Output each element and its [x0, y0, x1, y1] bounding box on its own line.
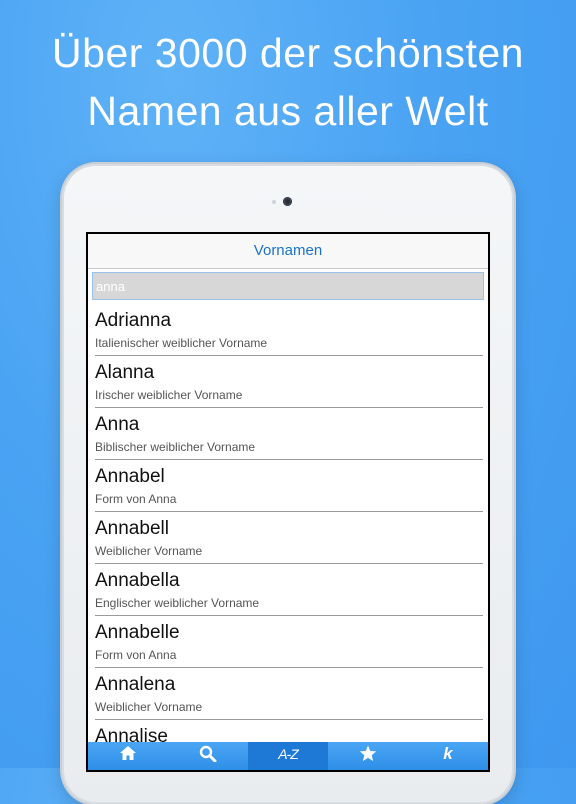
item-name: Adrianna — [95, 310, 172, 331]
item-name: Alanna — [95, 362, 155, 383]
ipad-device-frame: Vornamen Adrianna Italienischer weiblich… — [62, 164, 514, 804]
item-name: Annabell — [95, 518, 169, 539]
item-name: Annabel — [95, 466, 165, 487]
page-title: Vornamen — [253, 242, 323, 259]
search-bar — [88, 269, 488, 304]
list-item-anna[interactable]: Anna Biblischer weiblicher Vorname — [95, 408, 483, 460]
item-name: Anna — [95, 414, 140, 435]
names-list[interactable]: Adrianna Italienischer weiblicher Vornam… — [88, 304, 488, 770]
item-description: Englischer weiblicher Vorname — [95, 596, 260, 610]
app-screen: Vornamen Adrianna Italienischer weiblich… — [88, 234, 488, 770]
headline-line-1: Über 3000 der schönsten — [52, 30, 524, 76]
list-item-alanna[interactable]: Alanna Irischer weiblicher Vorname — [95, 356, 483, 408]
item-name: Annabelle — [95, 622, 180, 643]
navigation-bar: Vornamen — [88, 234, 488, 269]
tab-a-z[interactable]: A-Z — [248, 742, 328, 770]
tab-home[interactable] — [88, 742, 168, 770]
k-icon: k — [443, 744, 453, 763]
list-item-annabell[interactable]: Annabell Weiblicher Vorname — [95, 512, 483, 564]
list-item-annabella[interactable]: Annabella Englischer weiblicher Vorname — [95, 564, 483, 616]
tab-search[interactable] — [168, 742, 248, 770]
tab-favorites[interactable] — [328, 742, 408, 770]
list-item-annabel[interactable]: Annabel Form von Anna — [95, 460, 483, 512]
item-description: Italienischer weiblicher Vorname — [95, 336, 268, 350]
list-item-annabelle[interactable]: Annabelle Form von Anna — [95, 616, 483, 668]
tab-k[interactable]: k — [408, 742, 488, 770]
search-icon — [199, 745, 217, 762]
star-icon — [359, 745, 377, 761]
list-item-annalena[interactable]: Annalena Weiblicher Vorname — [95, 668, 483, 720]
promo-headline: Über 3000 der schönsten Namen aus aller … — [0, 24, 576, 140]
az-icon: A-Z — [278, 746, 299, 762]
ipad-sensor — [272, 200, 276, 204]
search-input[interactable] — [92, 272, 484, 300]
ipad-screen: Vornamen Adrianna Italienischer weiblich… — [86, 232, 490, 772]
ipad-camera — [283, 197, 292, 206]
headline-line-2: Namen aus aller Welt — [87, 88, 489, 134]
item-description: Weiblicher Vorname — [95, 544, 203, 558]
item-name: Annalena — [95, 674, 176, 695]
list-item-adrianna[interactable]: Adrianna Italienischer weiblicher Vornam… — [95, 304, 483, 356]
home-icon — [120, 746, 136, 760]
item-description: Form von Anna — [95, 648, 177, 662]
item-description: Form von Anna — [95, 492, 177, 506]
item-description: Irischer weiblicher Vorname — [95, 388, 243, 402]
tab-bar: A-Z k — [88, 742, 488, 770]
item-description: Biblischer weiblicher Vorname — [95, 440, 256, 454]
item-description: Weiblicher Vorname — [95, 700, 203, 714]
item-name: Annabella — [95, 570, 180, 591]
